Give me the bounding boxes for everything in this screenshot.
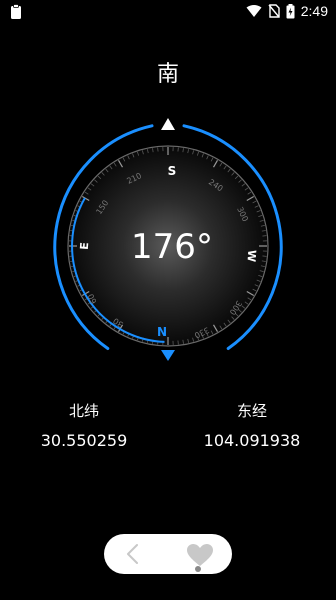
coordinates-panel: 北纬 30.550259 东经 104.091938 <box>0 400 336 460</box>
cardinal-n: N <box>157 325 167 339</box>
bottom-action-bar <box>104 534 232 574</box>
no-sim-icon <box>268 4 280 18</box>
wifi-icon <box>246 5 262 17</box>
page-indicator-dot <box>195 566 201 572</box>
north-pointer-icon <box>161 118 175 130</box>
status-time: 2:49 <box>300 3 328 19</box>
latitude-value: 30.550259 <box>40 431 128 450</box>
back-icon[interactable] <box>122 542 146 566</box>
longitude-label: 东经 <box>236 402 267 420</box>
latitude-label: 北纬 <box>68 402 99 420</box>
status-left <box>10 4 22 24</box>
heading-degrees: 176° <box>131 227 213 267</box>
longitude-value: 104.091938 <box>203 431 301 450</box>
battery-charging-icon <box>286 3 295 18</box>
cardinal-w: W <box>245 249 259 262</box>
compass-dial: S N E W 210 150 60 30 240 300 300 330 17… <box>53 118 283 361</box>
heart-icon[interactable] <box>186 543 214 567</box>
status-bar: 2:49 <box>0 0 336 24</box>
longitude-block: 东经 104.091938 <box>190 400 314 450</box>
cardinal-s: S <box>168 164 177 178</box>
direction-heading: 南 <box>156 62 179 87</box>
clipboard-icon <box>11 4 21 19</box>
cardinal-e: E <box>78 242 91 250</box>
heading-pointer-icon <box>161 350 175 361</box>
latitude-block: 北纬 30.550259 <box>22 400 146 450</box>
status-right: 2:49 <box>246 3 328 19</box>
